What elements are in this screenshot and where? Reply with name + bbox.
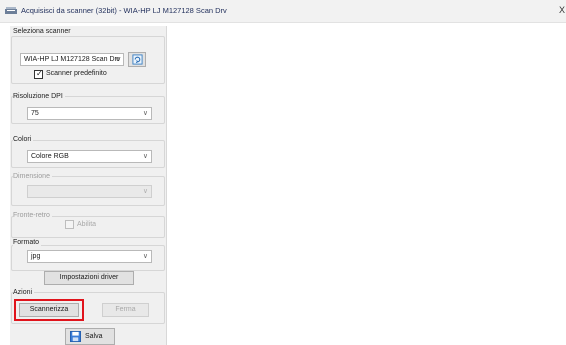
- default-scanner-checkbox[interactable]: ✓: [34, 69, 43, 79]
- window-title: Acquisisci da scanner (32bit) - WIA-HP L…: [21, 6, 227, 15]
- stop-button[interactable]: Ferma: [102, 303, 149, 317]
- chevron-down-icon: ∨: [142, 253, 148, 260]
- colors-group-label: Colori: [13, 136, 34, 143]
- save-button[interactable]: Salva: [65, 328, 115, 345]
- chevron-down-icon: ∨: [114, 56, 120, 63]
- scanner-select-value: WIA-HP LJ M127128 Scan Drv: [24, 56, 121, 63]
- settings-panel: Seleziona scanner WIA-HP LJ M127128 Scan…: [10, 26, 167, 345]
- driver-settings-button[interactable]: Impostazioni driver: [44, 271, 134, 285]
- format-group-label: Formato: [13, 239, 42, 246]
- colors-select[interactable]: Colore RGB ∨: [27, 150, 152, 163]
- scan-button[interactable]: Scannerizza: [19, 303, 79, 317]
- save-button-label: Salva: [85, 333, 103, 340]
- dimension-select[interactable]: ∨: [27, 185, 152, 198]
- refresh-scanners-button[interactable]: [128, 52, 146, 67]
- scanner-app-icon: [5, 7, 17, 14]
- duplex-group-label: Fronte-retro: [13, 212, 52, 219]
- floppy-disk-icon: [70, 331, 81, 342]
- dpi-select[interactable]: 75 ∨: [27, 107, 152, 120]
- chevron-down-icon: ∨: [142, 110, 148, 117]
- format-select-value: jpg: [31, 253, 41, 260]
- format-select[interactable]: jpg ∨: [27, 250, 152, 263]
- dpi-group-label: Risoluzione DPI: [13, 93, 65, 100]
- duplex-enable-checkbox[interactable]: [65, 220, 74, 229]
- chevron-down-icon: ∨: [142, 153, 148, 160]
- scanner-select[interactable]: WIA-HP LJ M127128 Scan Drv ∨: [20, 53, 124, 66]
- checkmark-icon: ✓: [36, 69, 43, 78]
- colors-select-value: Colore RGB: [31, 153, 69, 160]
- dpi-select-value: 75: [31, 110, 39, 117]
- duplex-enable-label: Abilita: [77, 221, 97, 228]
- dimension-group-label: Dimensione: [13, 173, 52, 180]
- scanner-group-label: Seleziona scanner: [13, 28, 73, 35]
- title-bar: Acquisisci da scanner (32bit) - WIA-HP L…: [0, 0, 566, 23]
- chevron-down-icon: ∨: [142, 188, 148, 195]
- close-icon[interactable]: X: [559, 5, 565, 15]
- default-scanner-label: Scanner predefinito: [46, 70, 107, 77]
- refresh-icon: [131, 54, 143, 65]
- actions-group-label: Azioni: [13, 289, 35, 296]
